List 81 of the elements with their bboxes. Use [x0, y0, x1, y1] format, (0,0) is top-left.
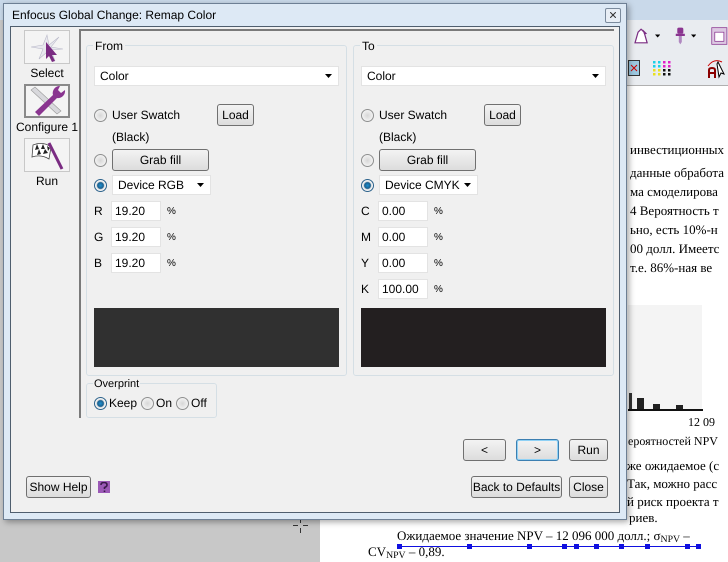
radio-button[interactable] [361, 154, 374, 166]
radio-button[interactable] [141, 396, 154, 410]
channel-field[interactable]: 19.20 [111, 227, 161, 247]
close-icon [608, 10, 618, 20]
option-label: Keep [109, 395, 138, 412]
help-icon[interactable] [98, 481, 110, 493]
caret-icon[interactable] [655, 34, 660, 38]
channel-label: G [94, 229, 104, 246]
option-label: User Swatch [112, 107, 182, 124]
document-heading: инвестиционных [630, 141, 726, 159]
radio-button[interactable] [94, 396, 107, 410]
channel-field[interactable]: 0.00 [378, 253, 428, 273]
document-text: 4 Вероятность т [630, 202, 720, 220]
caret-icon [592, 74, 599, 78]
channel-label: M [361, 229, 372, 246]
document-text: же ожидаемое (с [627, 457, 720, 475]
channel-field[interactable]: 100.00 [378, 279, 428, 299]
caret-icon[interactable] [691, 34, 696, 38]
image-icon[interactable] [628, 60, 640, 76]
group-title: Overprint [93, 376, 140, 392]
type-dropdown[interactable]: Color [361, 66, 606, 86]
close-dialog-button[interactable]: Close [569, 476, 608, 498]
caret-icon [464, 183, 471, 187]
option-label: Off [191, 395, 207, 412]
channel-field[interactable]: 0.00 [378, 201, 428, 221]
caret-icon [325, 74, 332, 78]
document-text: 00 долл. Имеетс [630, 240, 720, 258]
nav-button[interactable]: < [463, 439, 506, 461]
axis-label: 12 09 [688, 414, 716, 431]
radio-button[interactable] [361, 178, 374, 192]
channel-label: B [94, 255, 104, 272]
swatch-name: (Black) [379, 129, 416, 146]
unit-label: % [167, 256, 176, 270]
channel-field[interactable]: 0.00 [378, 227, 428, 247]
radio-button[interactable] [176, 396, 190, 410]
color-space-dropdown[interactable]: Device RGB [112, 175, 211, 195]
document-text: Так, можно расс [627, 475, 718, 493]
radio-button[interactable] [361, 108, 374, 122]
type-dropdown[interactable]: Color [94, 66, 339, 86]
unit-label: % [434, 230, 443, 244]
load-button[interactable]: Load [484, 104, 521, 126]
defaults-button[interactable]: Back to Defaults [471, 476, 562, 498]
document-text: CV$_{NPV}$ – 0,89. [368, 545, 445, 559]
grab-fill-button[interactable]: Grab fill [112, 149, 209, 171]
unit-label: % [434, 256, 443, 270]
figure-caption: ероятностей NPV [628, 433, 719, 450]
channel-label: K [361, 281, 370, 298]
radio-button[interactable] [94, 108, 107, 122]
channel-field[interactable]: 19.20 [111, 201, 161, 221]
document-text: ьно, есть 10%-н [630, 221, 719, 239]
option-label: User Swatch [379, 107, 448, 124]
document-text: данные обработа [630, 164, 725, 182]
option-label: On [156, 395, 172, 412]
radio-button[interactable] [94, 154, 107, 166]
tool-button[interactable]: Configure 1 [16, 84, 78, 136]
color-space-dropdown[interactable]: Device CMYK [379, 175, 478, 195]
channel-label: R [94, 203, 104, 220]
channel-field[interactable]: 19.20 [111, 253, 161, 273]
window-title: Enfocus Global Change: Remap Color [12, 7, 216, 24]
unit-label: % [434, 282, 443, 296]
load-button[interactable]: Load [217, 104, 254, 126]
nav-button[interactable]: Run [569, 439, 608, 461]
radio-button[interactable] [94, 178, 107, 192]
color-dots-icon[interactable] [652, 60, 672, 76]
channel-label: Y [361, 255, 370, 272]
show-help-button[interactable]: Show Help [26, 476, 91, 498]
channel-label: C [361, 203, 371, 220]
unit-label: % [434, 204, 443, 218]
document-text: ма смоделирова [630, 183, 719, 201]
document-text: й риск проекта т [627, 493, 720, 511]
document-text: риев. [629, 509, 659, 527]
unit-label: % [167, 230, 176, 244]
caret-icon [197, 183, 204, 187]
unit-label: % [167, 204, 176, 218]
document-text: т.е. 86%-ная ве [630, 259, 714, 277]
close-button[interactable] [605, 8, 621, 22]
nav-button[interactable]: > [516, 439, 559, 461]
grab-fill-button[interactable]: Grab fill [379, 149, 476, 171]
swatch-name: (Black) [112, 129, 150, 146]
crosshair-cursor [293, 518, 308, 533]
document-text: Ожидаемое значение NPV – 12 096 000 долл.; σ$_{NPV}$ – [397, 529, 690, 543]
